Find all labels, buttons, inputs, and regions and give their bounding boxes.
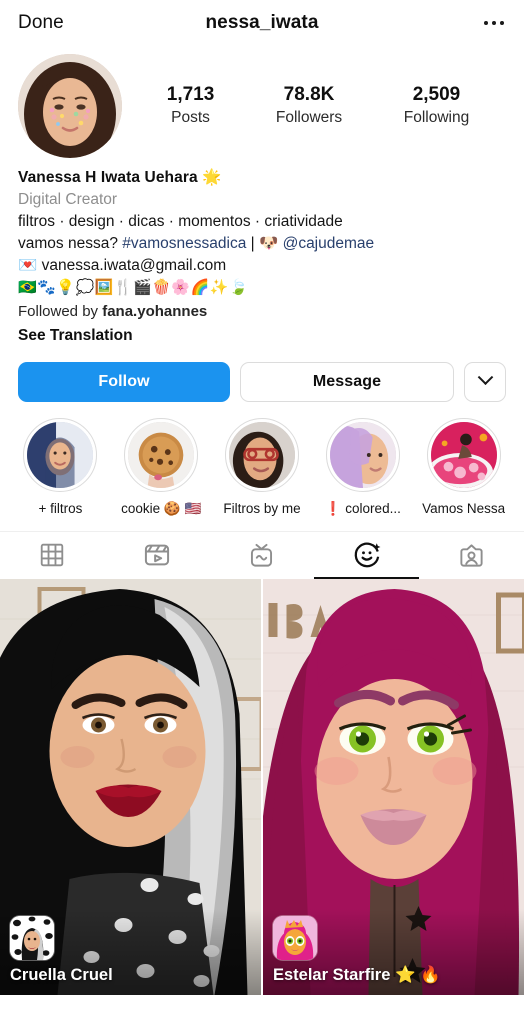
tab-igtv[interactable] — [210, 532, 315, 579]
highlight-thumbnail-filtros — [27, 421, 94, 488]
effect-footer: Estelar Starfire ⭐ 🔥 — [263, 908, 524, 995]
bio-email-line: 💌 vanessa.iwata@gmail.com — [18, 256, 227, 274]
bio-hashtag-link[interactable]: #vamosnessadica — [122, 235, 246, 252]
highlight-item-3[interactable]: ❗ colored... — [312, 417, 413, 517]
tab-reels[interactable] — [105, 532, 210, 579]
highlight-thumbnail-colored — [329, 421, 396, 488]
highlight-item-1[interactable]: cookie 🍪 🇺🇸 — [111, 417, 212, 517]
navigation-bar: Done nessa_iwata — [0, 0, 524, 46]
bio-text-prefix: vamos nessa? — [18, 234, 123, 252]
stat-following-label: Following — [403, 109, 470, 127]
highlight-label: ❗ colored... — [324, 500, 401, 516]
tab-grid[interactable] — [0, 532, 105, 579]
bio-line: filtros · design · dicas · momentos · cr… — [18, 212, 343, 230]
highlight-ring — [426, 417, 501, 492]
highlight-item-2[interactable]: Filtros by me — [212, 417, 313, 517]
followed-by[interactable]: Followed by fana.yohannes — [18, 299, 506, 323]
highlight-label: Filtros by me — [223, 500, 301, 516]
stat-posts-value: 1,713 — [166, 83, 215, 105]
effect-name: Estelar Starfire ⭐ 🔥 — [273, 965, 441, 984]
highlight-item-0[interactable]: + filtros — [10, 417, 111, 517]
profile-actions: Follow Message — [0, 348, 524, 402]
see-translation-button[interactable]: See Translation — [18, 323, 506, 347]
profile-tabs — [0, 530, 524, 579]
followed-by-username[interactable]: fana.yohannes — [102, 303, 207, 320]
display-name: Vanessa H Iwata Uehara 🌟 — [18, 169, 222, 186]
highlight-ring — [325, 417, 400, 492]
highlight-ring — [224, 417, 299, 492]
tab-tagged[interactable] — [419, 532, 524, 579]
profile-header: 1,713 Posts 78.8K Followers 2,509 Follow… — [0, 46, 524, 162]
effect-footer: Cruella Cruel — [0, 908, 261, 995]
ellipsis-dot — [484, 21, 488, 25]
igtv-icon — [251, 543, 273, 567]
reels-icon — [145, 544, 170, 566]
highlight-label: + filtros — [38, 500, 83, 516]
highlight-label: Vamos Nessa — [422, 500, 506, 516]
bio-text-separator: | 🐶 — [246, 234, 283, 252]
bio-emoji-line: 🇧🇷🐾💡💭🖼️🍴🎬🍿🌸🌈✨🍃 — [18, 278, 249, 296]
tagged-person-icon — [460, 544, 483, 567]
highlight-ring — [124, 417, 199, 492]
highlight-ring — [23, 417, 98, 492]
profile-stats: 1,713 Posts 78.8K Followers 2,509 Follow… — [122, 83, 506, 130]
stat-following-value: 2,509 — [412, 83, 461, 105]
effect-icon-cruella[interactable] — [10, 915, 54, 960]
story-highlights: + filtros cookie 🍪 🇺🇸 Filtros by me ❗ co… — [0, 402, 524, 517]
stat-following[interactable]: 2,509 Following — [404, 83, 469, 130]
ellipsis-dot — [500, 21, 504, 25]
ellipsis-icon[interactable] — [482, 15, 506, 31]
follow-button[interactable]: Follow — [18, 361, 230, 402]
stat-posts[interactable]: 1,713 Posts — [167, 83, 215, 130]
bio-hashtag-line: vamos nessa? #vamosnessadica | 🐶 @cajude… — [18, 233, 506, 255]
grid-icon — [41, 543, 64, 567]
highlight-thumbnail-cookie — [128, 421, 195, 488]
effect-cell-0[interactable]: Cruella Cruel — [0, 578, 261, 995]
avatar-image — [18, 54, 122, 158]
more-options-button[interactable] — [464, 361, 506, 402]
chevron-down-icon — [477, 369, 493, 386]
stat-followers-value: 78.8K — [283, 83, 335, 105]
avatar[interactable] — [18, 54, 122, 158]
effects-grid: Cruella Cruel Estelar Starfire ⭐ 🔥 — [0, 578, 524, 995]
page-title: nessa_iwata — [205, 12, 319, 33]
highlight-label: cookie 🍪 🇺🇸 — [121, 500, 202, 516]
profile-category: Digital Creator — [18, 190, 118, 208]
stat-followers[interactable]: 78.8K Followers — [276, 83, 342, 130]
effect-cell-1[interactable]: Estelar Starfire ⭐ 🔥 — [263, 578, 524, 995]
done-button[interactable]: Done — [18, 12, 64, 34]
highlight-thumbnail-vamos-nessa — [430, 421, 497, 488]
stat-followers-label: Followers — [275, 109, 343, 127]
highlight-item-4[interactable]: Vamos Nessa — [413, 417, 514, 517]
effect-icon-starfire[interactable] — [273, 915, 317, 960]
instagram-profile-screen: Done nessa_iwata 1,713 Posts 78.8K Follo… — [0, 0, 524, 1024]
highlight-thumbnail-filtros-by-me — [228, 421, 295, 488]
effects-face-icon — [354, 542, 381, 568]
profile-bio: Vanessa H Iwata Uehara 🌟 Digital Creator… — [0, 162, 524, 348]
ellipsis-dot — [492, 21, 496, 25]
followed-by-prefix: Followed by — [18, 303, 103, 321]
bio-mention-link[interactable]: @cajudemae — [283, 235, 375, 252]
tab-effects[interactable] — [314, 532, 419, 579]
message-button[interactable]: Message — [240, 361, 454, 402]
stat-posts-label: Posts — [171, 109, 210, 127]
effect-name: Cruella Cruel — [10, 965, 113, 984]
